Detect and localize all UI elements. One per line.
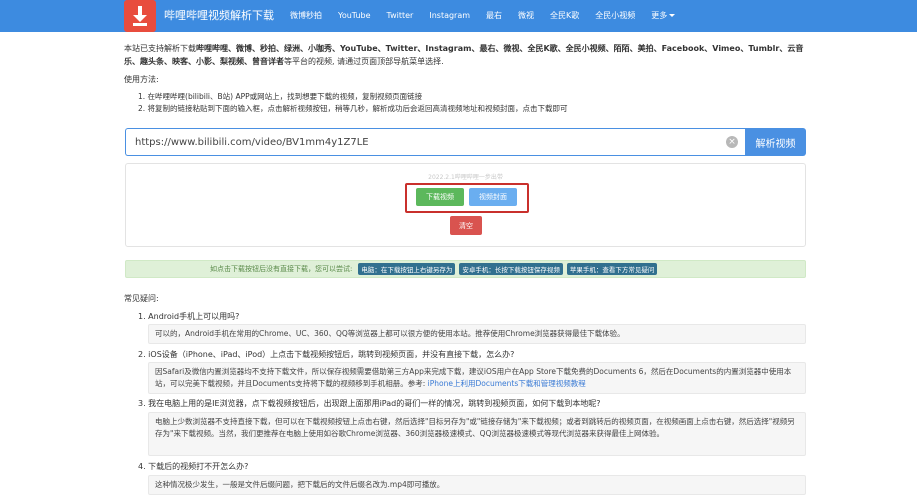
faq-question: 2. iOS设备（iPhone、iPad、iPod）上点击下载视频按钮后，跳转到…: [138, 350, 515, 359]
video-cover-button[interactable]: 视频封面: [469, 188, 517, 206]
nav-menu: 微博秒拍 YouTube Twitter Instagram 最右 微视 全民K…: [282, 0, 683, 32]
nav-item-more[interactable]: 更多: [643, 0, 683, 32]
faq-answer: 这种情况极少发生，一般是文件后缀问题，把下载后的文件后缀名改为.mp4即可播放。: [148, 475, 806, 495]
nav-item-zuiyou[interactable]: 最右: [478, 0, 510, 32]
nav-item-instagram[interactable]: Instagram: [421, 0, 478, 32]
usage-step: 1. 在哔哩哔哩(bilibili、B站) APP或网站上，找到想要下载的视频，…: [138, 92, 423, 101]
faq-tutorial-link[interactable]: iPhone上利用Documents下载和管理视频教程: [428, 379, 586, 388]
faq-question: 1. Android手机上可以用吗?: [138, 312, 240, 321]
intro-prefix: 本站已支持解析下载: [124, 44, 196, 53]
nav-item-quanmin-video[interactable]: 全民小视频: [587, 0, 643, 32]
faq-answer-text: 电脑上少数浏览器不支持直接下载，但可以在下载视频按钮上点击右键，然后选择"目标另…: [155, 417, 795, 438]
tip-tag-android: 安卓手机：长按下载按钮保存视频: [459, 263, 563, 275]
intro-platforms: 哔哩哔哩、微博、秒拍、绿洲、小咖秀、YouTube、Twitter、Instag…: [124, 44, 804, 66]
result-panel: 2022.2.1哔哩哔哩一步出带 下载视频 视频封面 清空: [125, 163, 806, 247]
tip-tag-iphone[interactable]: 苹果手机：查看下方常见疑问: [566, 263, 658, 275]
nav-item-youtube[interactable]: YouTube: [330, 0, 379, 32]
result-caption: 2022.2.1哔哩哔哩一步出带: [428, 174, 503, 181]
faq-answer: 电脑上少数浏览器不支持直接下载，但可以在下载视频按钮上点击右键，然后选择"目标另…: [148, 412, 806, 456]
tip-text: 如点击下载按钮后没有直接下载，您可以尝试:: [210, 265, 353, 273]
usage-steps: 1. 在哔哩哔哩(bilibili、B站) APP或网站上，找到想要下载的视频，…: [138, 91, 798, 115]
download-arrow-icon: [133, 6, 147, 26]
faq-answer: 可以的，Android手机在常用的Chrome、UC、360、QQ等浏览器上都可…: [148, 324, 806, 344]
tip-bar: 如点击下载按钮后没有直接下载，您可以尝试: 电脑：在下载按钮上右键另存为 安卓手…: [125, 260, 806, 278]
search-bar: × 解析视频: [125, 128, 806, 156]
url-input[interactable]: [125, 128, 745, 156]
usage-step: 2. 将复制的链接粘贴到下面的输入框，点击解析视频按钮，稍等几秒，解析成功后会返…: [138, 104, 568, 113]
logo[interactable]: [124, 0, 156, 32]
faq-title: 常见疑问:: [124, 294, 159, 303]
faq-answer-text: 可以的，Android手机在常用的Chrome、UC、360、QQ等浏览器上都可…: [155, 329, 625, 338]
faq-answer: 因Safari及微信内置浏览器均不支持下载文件，所以保存视频需要借助第三方App…: [148, 362, 806, 394]
top-navbar: 哔哩哔哩视频解析下载 微博秒拍 YouTube Twitter Instagra…: [0, 0, 917, 32]
faq-question: 4. 下载后的视频打不开怎么办?: [138, 462, 249, 471]
intro-text: 本站已支持解析下载哔哩哔哩、微博、秒拍、绿洲、小咖秀、YouTube、Twitt…: [124, 42, 804, 68]
faq-question: 3. 我在电脑上用的是IE浏览器，点下载视频按钮后，出现跟上面那用iPad的哥们…: [138, 399, 601, 408]
faq-answer-text: 这种情况极少发生，一般是文件后缀问题，把下载后的文件后缀名改为.mp4即可播放。: [155, 480, 445, 489]
tip-tag-pc: 电脑：在下载按钮上右键另存为: [358, 263, 456, 275]
nav-item-weibo[interactable]: 微博秒拍: [282, 0, 330, 32]
nav-item-kge[interactable]: 全民K歌: [542, 0, 587, 32]
nav-item-weishi[interactable]: 微视: [510, 0, 542, 32]
parse-video-button[interactable]: 解析视频: [745, 128, 806, 156]
brand-title[interactable]: 哔哩哔哩视频解析下载: [164, 0, 274, 32]
nav-item-twitter[interactable]: Twitter: [379, 0, 422, 32]
intro-suffix: 等平台的视频, 请通过页面顶部导航菜单选择.: [284, 57, 444, 66]
clear-button[interactable]: 清空: [450, 216, 482, 235]
clear-icon[interactable]: ×: [726, 136, 738, 148]
download-video-button[interactable]: 下载视频: [416, 188, 464, 206]
usage-title: 使用方法:: [124, 75, 159, 84]
